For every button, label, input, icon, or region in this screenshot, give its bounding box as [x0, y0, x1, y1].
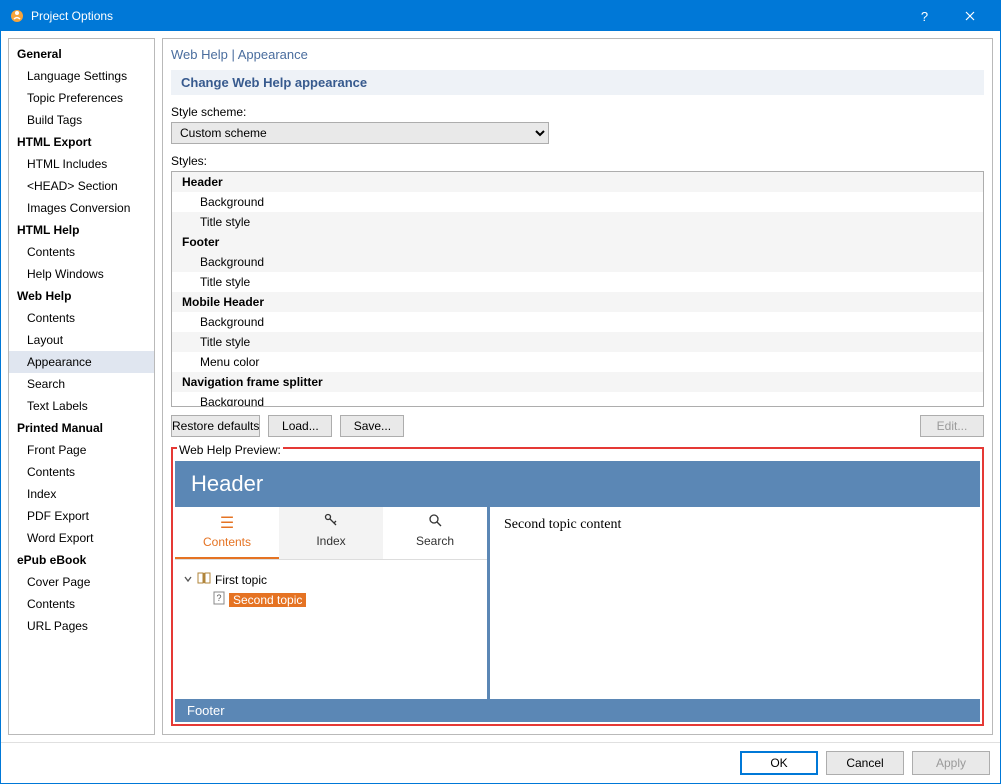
sidebar-item-index[interactable]: Index: [9, 483, 154, 505]
sidebar-item-contents[interactable]: Contents: [9, 241, 154, 263]
close-button[interactable]: [947, 1, 992, 31]
sidebar-item-text-labels[interactable]: Text Labels: [9, 395, 154, 417]
style-item-background[interactable]: Background: [172, 252, 983, 272]
svg-text:?: ?: [216, 593, 221, 603]
dialog-body: GeneralLanguage SettingsTopic Preference…: [1, 31, 1000, 742]
style-item-menu-color[interactable]: Menu color: [172, 352, 983, 372]
tab-search[interactable]: Search: [383, 507, 487, 559]
breadcrumb: Web Help | Appearance: [171, 47, 984, 62]
style-item-background[interactable]: Background: [172, 312, 983, 332]
preview-content: Second topic content: [490, 507, 635, 699]
sidebar-category-html-help[interactable]: HTML Help: [9, 219, 154, 241]
sidebar-item-language-settings[interactable]: Language Settings: [9, 65, 154, 87]
preview-tabs: ☰ Contents Index: [175, 507, 487, 560]
titlebar: Project Options ?: [1, 1, 1000, 31]
sidebar-item-search[interactable]: Search: [9, 373, 154, 395]
sidebar-category-web-help[interactable]: Web Help: [9, 285, 154, 307]
tree-item-first[interactable]: First topic: [183, 570, 479, 589]
preview-header: Header: [175, 461, 980, 507]
sidebar-category-printed-manual[interactable]: Printed Manual: [9, 417, 154, 439]
sidebar-item-html-includes[interactable]: HTML Includes: [9, 153, 154, 175]
section-title: Change Web Help appearance: [171, 70, 984, 95]
tree-item-second[interactable]: ? Second topic: [213, 589, 479, 610]
sidebar-category-html-export[interactable]: HTML Export: [9, 131, 154, 153]
sidebar-item-images-conversion[interactable]: Images Conversion: [9, 197, 154, 219]
sidebar-category-epub-ebook[interactable]: ePub eBook: [9, 549, 154, 571]
category-sidebar[interactable]: GeneralLanguage SettingsTopic Preference…: [8, 38, 155, 735]
project-options-window: Project Options ? GeneralLanguage Settin…: [0, 0, 1001, 784]
sidebar-item-contents[interactable]: Contents: [9, 307, 154, 329]
ok-button[interactable]: OK: [740, 751, 818, 775]
web-help-preview: Header ☰ Contents: [175, 461, 980, 722]
main-panel: Web Help | Appearance Change Web Help ap…: [162, 38, 993, 735]
sidebar-item-front-page[interactable]: Front Page: [9, 439, 154, 461]
scheme-label: Style scheme:: [171, 105, 984, 119]
chevron-down-icon: [183, 573, 193, 587]
tab-contents[interactable]: ☰ Contents: [175, 507, 279, 559]
tab-index[interactable]: Index: [279, 507, 383, 559]
sidebar-item-cover-page[interactable]: Cover Page: [9, 571, 154, 593]
sidebar-item-contents[interactable]: Contents: [9, 461, 154, 483]
style-item-background[interactable]: Background: [172, 192, 983, 212]
sidebar-item-word-export[interactable]: Word Export: [9, 527, 154, 549]
search-icon: [383, 513, 487, 532]
style-group-footer[interactable]: Footer: [172, 232, 983, 252]
window-title: Project Options: [31, 9, 902, 23]
preview-frame: Web Help Preview: Header ☰ Contents: [171, 447, 984, 726]
styles-label: Styles:: [171, 154, 984, 168]
sidebar-item-topic-preferences[interactable]: Topic Preferences: [9, 87, 154, 109]
sidebar-item-url-pages[interactable]: URL Pages: [9, 615, 154, 637]
book-icon: [197, 572, 211, 587]
help-button[interactable]: ?: [902, 1, 947, 31]
style-group-mobile-header[interactable]: Mobile Header: [172, 292, 983, 312]
style-item-title-style[interactable]: Title style: [172, 332, 983, 352]
sidebar-item-build-tags[interactable]: Build Tags: [9, 109, 154, 131]
sidebar-category-general[interactable]: General: [9, 43, 154, 65]
sidebar-item-layout[interactable]: Layout: [9, 329, 154, 351]
key-icon: [279, 513, 383, 532]
sidebar-item-appearance[interactable]: Appearance: [9, 351, 154, 373]
style-item-title-style[interactable]: Title style: [172, 272, 983, 292]
sidebar-item-contents[interactable]: Contents: [9, 593, 154, 615]
preview-tree[interactable]: First topic ? Second topic: [175, 560, 487, 620]
sidebar-item-pdf-export[interactable]: PDF Export: [9, 505, 154, 527]
style-group-navigation-frame-splitter[interactable]: Navigation frame splitter: [172, 372, 983, 392]
sidebar-item-help-windows[interactable]: Help Windows: [9, 263, 154, 285]
save-button[interactable]: Save...: [340, 415, 404, 437]
apply-button: Apply: [912, 751, 990, 775]
style-buttons-row: Restore defaults Load... Save... Edit...: [171, 415, 984, 437]
list-icon: ☰: [175, 513, 279, 533]
preview-label: Web Help Preview:: [177, 443, 283, 457]
dialog-footer: OK Cancel Apply: [1, 742, 1000, 783]
style-group-header[interactable]: Header: [172, 172, 983, 192]
edit-button: Edit...: [920, 415, 984, 437]
sidebar-item--head-section[interactable]: <HEAD> Section: [9, 175, 154, 197]
cancel-button[interactable]: Cancel: [826, 751, 904, 775]
app-icon: [9, 8, 25, 24]
style-scheme-select[interactable]: Custom scheme: [171, 122, 549, 144]
restore-defaults-button[interactable]: Restore defaults: [171, 415, 260, 437]
style-item-background[interactable]: Background: [172, 392, 983, 407]
preview-footer: Footer: [175, 699, 980, 722]
page-icon: ?: [213, 591, 225, 608]
styles-list[interactable]: HeaderBackgroundTitle styleFooterBackgro…: [171, 171, 984, 407]
load-button[interactable]: Load...: [268, 415, 332, 437]
style-item-title-style[interactable]: Title style: [172, 212, 983, 232]
